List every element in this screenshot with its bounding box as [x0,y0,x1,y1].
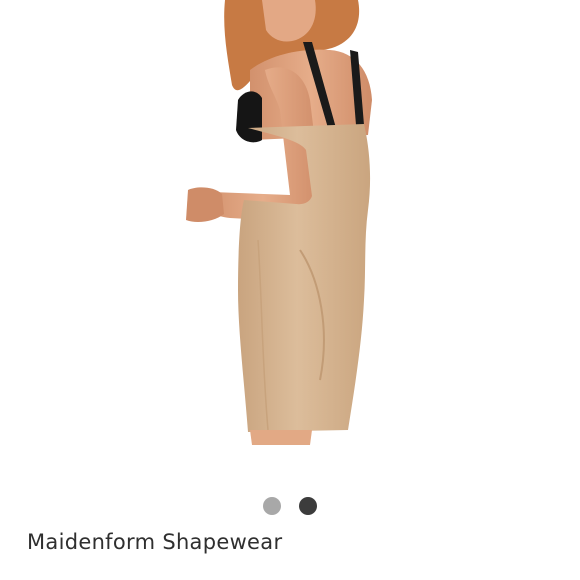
carousel-dot-1[interactable] [263,497,281,515]
product-image-carousel[interactable] [0,0,580,470]
product-photo[interactable] [0,0,580,470]
carousel-dot-2[interactable] [299,497,317,515]
carousel-pagination [0,497,580,515]
product-title: Maidenform Shapewear [27,530,283,554]
